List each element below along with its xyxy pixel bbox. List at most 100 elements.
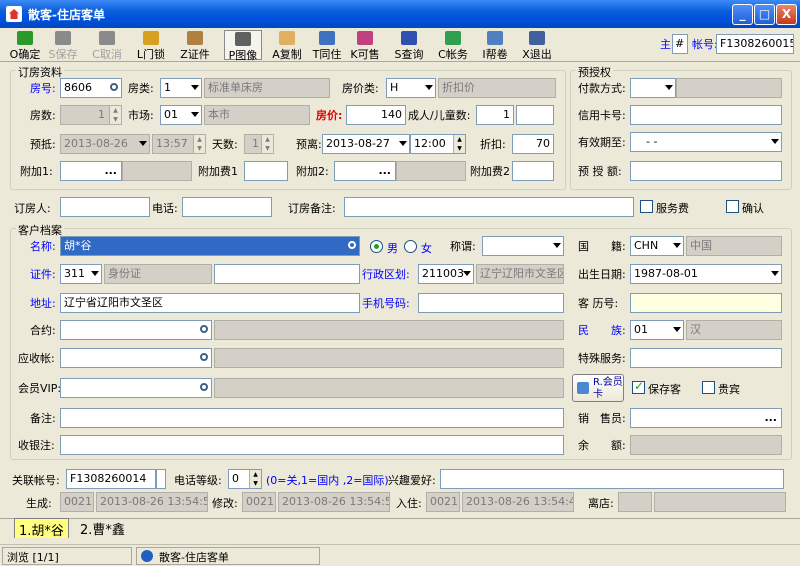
male-radio[interactable]: [370, 240, 383, 253]
contract-label: 合约:: [30, 324, 56, 337]
cancel-button[interactable]: C取消: [88, 30, 126, 61]
market-label: 市场:: [128, 109, 154, 122]
booker-field[interactable]: [60, 197, 150, 217]
account-button[interactable]: C帐务: [434, 30, 472, 61]
link-account-field[interactable]: F1308260014: [66, 469, 156, 489]
name-field[interactable]: 胡*谷: [60, 236, 360, 256]
search-icon[interactable]: [200, 353, 208, 361]
arrive-time-field: 13:57 ▲ ▼: [152, 134, 206, 154]
hobby-field[interactable]: [440, 469, 784, 489]
balance-label: 余 额:: [578, 439, 626, 452]
copy-button[interactable]: A复制: [268, 30, 306, 61]
card-no-field[interactable]: [630, 105, 782, 125]
image-icon: [235, 32, 251, 46]
image-button[interactable]: P图像: [224, 30, 262, 62]
search-icon[interactable]: [348, 241, 356, 249]
salutation-select[interactable]: [482, 236, 564, 256]
booking-remark-field[interactable]: [344, 197, 634, 217]
room-type-select[interactable]: 1: [160, 78, 202, 98]
id-type-select[interactable]: 311: [60, 264, 102, 284]
preauth-amount-field[interactable]: [630, 161, 782, 181]
nationality-select[interactable]: CHN: [630, 236, 684, 256]
remark-field[interactable]: [60, 408, 564, 428]
female-radio[interactable]: [404, 240, 417, 253]
vip-field[interactable]: [60, 378, 212, 398]
salesperson-field[interactable]: ...: [630, 408, 782, 428]
exit-icon: [529, 31, 545, 45]
extra2-fee-field[interactable]: [512, 161, 554, 181]
confirm-label: 确认: [742, 202, 764, 215]
link-account-flag[interactable]: [156, 469, 166, 489]
depart-time-field[interactable]: 12:00 ▲ ▼: [410, 134, 466, 154]
ellipsis-icon[interactable]: ...: [378, 162, 391, 180]
special-service-field[interactable]: [630, 348, 782, 368]
confirm-checkbox[interactable]: [726, 200, 739, 213]
district-select[interactable]: 211003: [418, 264, 474, 284]
ellipsis-icon[interactable]: ...: [764, 409, 777, 427]
ethnic-name: 汉: [686, 320, 782, 340]
keep-guest-checkbox[interactable]: [632, 379, 645, 394]
query-icon: [401, 31, 417, 45]
close-button[interactable]: X: [776, 4, 797, 25]
extra1-label: 附加1:: [20, 165, 53, 178]
extra2-field[interactable]: ...: [334, 161, 396, 181]
id-card-button[interactable]: Z证件: [176, 30, 214, 61]
id-no-field[interactable]: [214, 264, 360, 284]
title-bar[interactable]: 散客-住店客单 _ □ X: [0, 0, 800, 28]
search-icon[interactable]: [200, 383, 208, 391]
minimize-button[interactable]: _: [732, 4, 753, 25]
maximize-button[interactable]: □: [754, 4, 775, 25]
search-icon[interactable]: [110, 83, 118, 91]
price-type-name: 折扣价: [438, 78, 556, 98]
archive-button[interactable]: I帮卷: [476, 30, 514, 61]
depart-date-field[interactable]: 2013-08-27: [322, 134, 410, 154]
chevron-down-icon: [673, 327, 681, 332]
pay-method-select[interactable]: [630, 78, 676, 98]
phone-level-field[interactable]: 0 ▲ ▼: [228, 469, 262, 489]
ellipsis-icon[interactable]: ...: [104, 162, 117, 180]
confirm-button[interactable]: O确定: [6, 30, 44, 61]
search-icon[interactable]: [200, 325, 208, 333]
checkin-label: 入住:: [396, 497, 422, 510]
sell-button[interactable]: K可售: [346, 30, 384, 61]
discount-field[interactable]: 70: [512, 134, 554, 154]
extra1-field[interactable]: ...: [60, 161, 122, 181]
cashier-note-field[interactable]: [60, 435, 564, 455]
history-no-field[interactable]: [630, 293, 782, 313]
vip-label: 会员VIP:: [18, 382, 62, 395]
room-no-field[interactable]: 8606: [60, 78, 122, 98]
birth-field[interactable]: 1987-08-01: [630, 264, 782, 284]
chevron-down-icon: [139, 141, 147, 146]
price-field[interactable]: 140: [346, 105, 406, 125]
receivable-field[interactable]: [60, 348, 212, 368]
ethnic-select[interactable]: 01: [630, 320, 684, 340]
valid-until-field[interactable]: - -: [630, 132, 782, 152]
name-label: 名称:: [30, 240, 56, 253]
mobile-field[interactable]: [418, 293, 564, 313]
price-type-select[interactable]: H: [386, 78, 436, 98]
adults-field[interactable]: 1: [476, 105, 514, 125]
member-card-button[interactable]: R.会员卡: [572, 374, 624, 402]
room-count-label: 房数:: [30, 109, 56, 122]
account-field[interactable]: F1308260015: [716, 34, 794, 54]
vip-guest-checkbox[interactable]: [702, 381, 715, 394]
booker-phone-field[interactable]: [182, 197, 272, 217]
save-button[interactable]: S保存: [44, 30, 82, 61]
mobile-label: 手机号码:: [362, 297, 410, 310]
extra1-name: [122, 161, 192, 181]
master-flag-field[interactable]: #: [672, 34, 688, 54]
door-lock-button[interactable]: L门锁: [132, 30, 170, 61]
tab-guest-2[interactable]: 2.曹*鑫: [76, 518, 129, 538]
male-label: 男: [387, 242, 398, 255]
address-field[interactable]: 辽宁省辽阳市文圣区: [60, 293, 360, 313]
salesperson-label: 销 售员:: [578, 412, 626, 425]
service-fee-checkbox[interactable]: [640, 200, 653, 213]
tab-guest-1[interactable]: 1.胡*谷: [14, 518, 69, 539]
children-field[interactable]: [516, 105, 554, 125]
exit-button[interactable]: X退出: [518, 30, 556, 61]
market-select[interactable]: 01: [160, 105, 202, 125]
extra1-fee-field[interactable]: [244, 161, 288, 181]
contract-field[interactable]: [60, 320, 212, 340]
same-live-button[interactable]: T同住: [308, 30, 346, 61]
query-button[interactable]: S查询: [390, 30, 428, 61]
